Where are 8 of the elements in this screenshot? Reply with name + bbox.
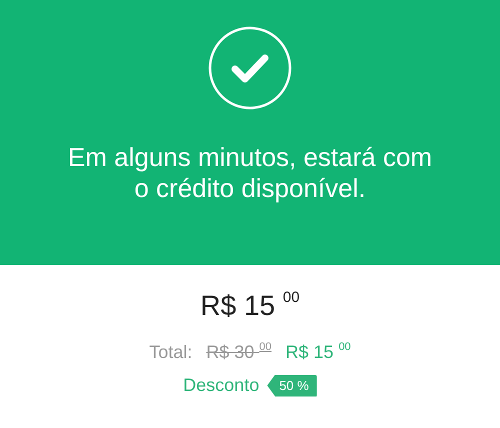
- total-label: Total:: [149, 341, 192, 364]
- price: R$ 15 $^{00}$: [200, 289, 300, 323]
- discount-badge: 50 %: [267, 374, 317, 396]
- original-price: R$ 30 $^{00}$: [206, 340, 272, 364]
- confirmation-message: Em alguns minutos, estará com o crédito disponível.: [66, 142, 434, 204]
- check-icon: [208, 26, 292, 110]
- discount-label: Desconto: [183, 374, 260, 397]
- final-price: R$ 15 $^{00}$: [286, 340, 351, 364]
